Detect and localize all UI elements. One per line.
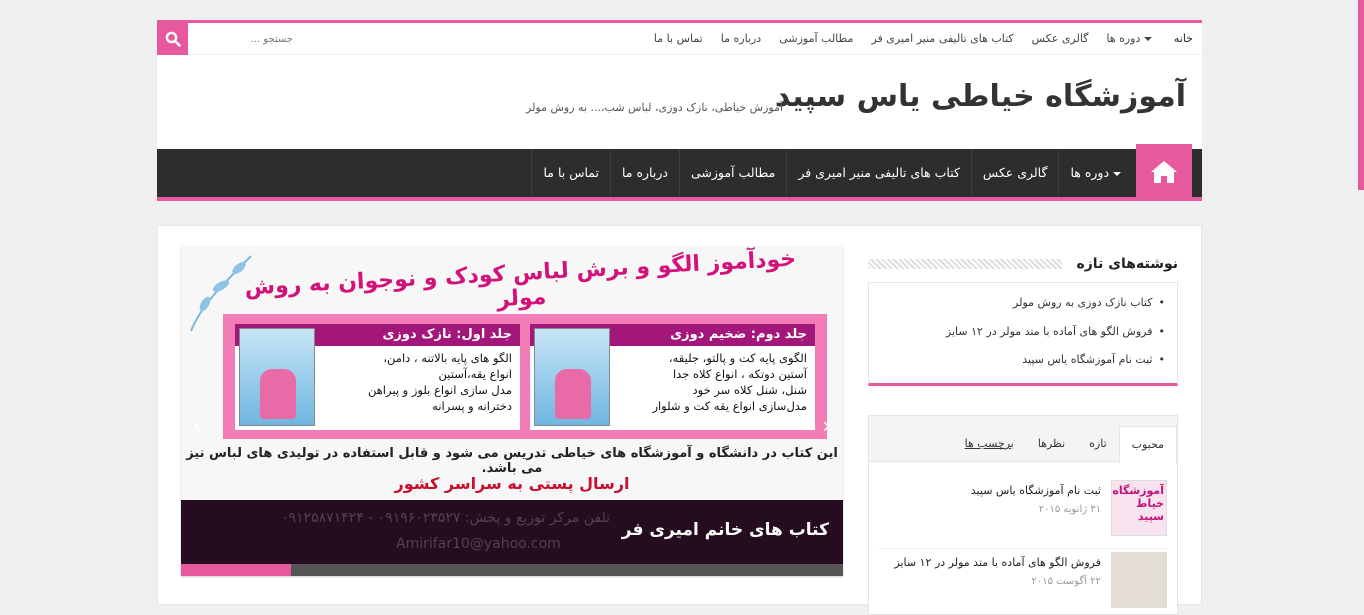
topnav-label: کتاب های تالیفی منیر امیری فر xyxy=(871,32,1014,45)
scrollbar-thumb[interactable] xyxy=(1358,0,1364,190)
thumbnail-text: آموزشگاه خیاط سپید xyxy=(1112,484,1164,523)
tab-tags[interactable]: برچسب ها xyxy=(953,426,1026,462)
header: آموزشگاه خیاطی یاس سپید آموزش خیاطی، ناز… xyxy=(157,55,1202,149)
mainnav-label: مطالب آموزشی xyxy=(690,165,776,180)
popular-post-item[interactable]: آموزشگاه خیاط سپید ثبت نام آموزشگاه یاس … xyxy=(879,480,1167,542)
tab-recent[interactable]: تازه xyxy=(1077,426,1119,462)
topnav-label: درباره ما xyxy=(720,32,762,45)
divider xyxy=(879,548,1167,549)
caption-faint-email: Amirifar10@yahoo.com xyxy=(396,536,561,552)
mainnav-label: کتاب های تالیفی منیر امیری فر xyxy=(798,165,960,180)
mainnav-label: دوره ها xyxy=(1070,165,1110,180)
mainnav-label: گالری عکس xyxy=(982,165,1048,180)
poster-line-shipping: ارسال پستی به سراسر کشور xyxy=(394,474,630,493)
main-nav: دوره ها گالری عکس کتاب های تالیفی منیر ا… xyxy=(157,144,1202,201)
topnav-item-about[interactable]: درباره ما xyxy=(712,23,770,55)
widget-stripes xyxy=(868,259,1062,269)
slide-caption: تلفن مرکز توزیع و پخش: ۰۹۱۹۶۰۲۳۵۲۷ - ۰۹۱… xyxy=(181,500,843,564)
topnav-item-gallery[interactable]: گالری عکس xyxy=(1023,23,1098,55)
widget-title: نوشته‌های تازه xyxy=(1068,256,1178,272)
site-title[interactable]: آموزشگاه خیاطی یاس سپید xyxy=(775,79,1186,114)
post-thumbnail[interactable] xyxy=(1111,552,1167,608)
topnav-item-contact[interactable]: تماس با ما xyxy=(645,23,712,55)
mainnav-label: تماس با ما xyxy=(543,165,599,180)
book-cover-image xyxy=(534,328,610,426)
post-title[interactable]: ثبت نام آموزشگاه یاس سپید xyxy=(971,484,1101,497)
widget-header: نوشته‌های تازه xyxy=(868,256,1178,278)
poster-line-usage: این کتاب در دانشگاه و آموزشگاه های خیاطی… xyxy=(186,446,838,476)
slide-title[interactable]: کتاب های خانم امیری فر xyxy=(622,520,829,540)
site-header: خانه دوره ها گالری عکس کتاب های تالیفی م… xyxy=(157,20,1202,201)
popular-post-item[interactable]: فروش الگو های آماده با متد مولر در ۱۲ سا… xyxy=(879,552,1167,614)
recent-post-link[interactable]: ثبت نام آموزشگاه یاس سپید xyxy=(869,346,1165,375)
page-scrollbar[interactable] xyxy=(1358,0,1364,592)
slide-image[interactable]: خودآموز الگو و برش لباس کودک و نوجوان به… xyxy=(181,246,843,500)
mainnav-item-books[interactable]: کتاب های تالیفی منیر امیری فر xyxy=(786,149,971,197)
recent-posts-widget: نوشته‌های تازه کتاب نازک دوزی به روش مول… xyxy=(868,256,1178,386)
poster-books-panel: جلد دوم: ضخیم دوزی الگوی پایه کت و پالتو… xyxy=(223,314,827,439)
post-date: ۲۲ آگوست ۲۰۱۵ xyxy=(1031,576,1102,587)
slider-progress xyxy=(181,564,843,576)
volume-two-box: جلد دوم: ضخیم دوزی الگوی پایه کت و پالتو… xyxy=(530,324,815,430)
post-date: ۳۱ ژانویه ۲۰۱۵ xyxy=(1038,504,1101,515)
slider-progress-fill xyxy=(181,564,291,576)
recent-posts-list: کتاب نازک دوزی به روش مولر فروش الگو های… xyxy=(868,282,1178,386)
site-tagline: آموزش خیاطی، نازک دوزی، لباس شب،... به ر… xyxy=(526,101,784,114)
topnav-item-books[interactable]: کتاب های تالیفی منیر امیری فر xyxy=(862,23,1022,55)
chevron-down-icon xyxy=(1143,37,1152,41)
slider-prev-arrow[interactable]: ‹ xyxy=(193,414,202,439)
topnav-item-home[interactable]: خانه xyxy=(1165,20,1202,55)
content-area: خودآموز الگو و برش لباس کودک و نوجوان به… xyxy=(157,225,1202,615)
mainnav-item-articles[interactable]: مطالب آموزشی xyxy=(678,149,786,197)
main-nav-items: دوره ها گالری عکس کتاب های تالیفی منیر ا… xyxy=(531,149,1136,197)
volume-one-text: الگو های پایه بالاتنه ، دامن، انواع یقه،… xyxy=(367,351,512,413)
mainnav-label: درباره ما xyxy=(621,165,668,180)
topnav-label: گالری عکس xyxy=(1031,32,1089,45)
caption-faint-phone: تلفن مرکز توزیع و پخش: ۰۹۱۹۶۰۲۳۵۲۷ - ۰۹۱… xyxy=(281,510,611,526)
slider-next-arrow[interactable]: › xyxy=(822,414,831,439)
tab-comments[interactable]: نظرها xyxy=(1026,426,1077,462)
tabs-row: محبوب تازه نظرها برچسب ها xyxy=(953,426,1177,463)
home-button[interactable] xyxy=(1136,144,1192,200)
tab-popular[interactable]: محبوب xyxy=(1118,426,1177,463)
post-title[interactable]: فروش الگو های آماده با متد مولر در ۱۲ سا… xyxy=(894,556,1101,569)
mainnav-item-about[interactable]: درباره ما xyxy=(609,149,679,197)
volume-two-text: الگوی پایه کت و پالتو، جلیقه، آستین دوتک… xyxy=(652,351,807,413)
home-icon xyxy=(1151,161,1177,183)
recent-post-link[interactable]: فروش الگو های آماده با متد مولر در ۱۲ سا… xyxy=(869,318,1165,347)
tabs-header: محبوب تازه نظرها برچسب ها xyxy=(869,416,1177,463)
topnav-label: خانه xyxy=(1173,32,1193,45)
top-bar: خانه دوره ها گالری عکس کتاب های تالیفی م… xyxy=(157,20,1202,55)
tabbed-widget: محبوب تازه نظرها برچسب ها آموزشگاه خیاط … xyxy=(868,415,1178,615)
topnav-item-courses[interactable]: دوره ها xyxy=(1097,23,1164,55)
featured-slider[interactable]: خودآموز الگو و برش لباس کودک و نوجوان به… xyxy=(181,246,843,576)
mainnav-item-courses[interactable]: دوره ها xyxy=(1058,149,1136,197)
post-thumbnail[interactable]: آموزشگاه خیاط سپید xyxy=(1111,480,1167,536)
book-cover-image xyxy=(239,328,315,426)
mainnav-item-gallery[interactable]: گالری عکس xyxy=(970,149,1059,197)
topnav-label: دوره ها xyxy=(1106,32,1141,45)
search-button[interactable] xyxy=(157,23,188,55)
mainnav-item-contact[interactable]: تماس با ما xyxy=(531,149,610,197)
chevron-down-icon xyxy=(1113,171,1121,176)
search-input[interactable] xyxy=(188,27,301,52)
top-nav: خانه دوره ها گالری عکس کتاب های تالیفی م… xyxy=(645,20,1202,55)
recent-post-link[interactable]: کتاب نازک دوزی به روش مولر xyxy=(869,289,1165,318)
topnav-item-articles[interactable]: مطالب آموزشی xyxy=(770,23,862,55)
volume-one-box: جلد اول: نازک دوزی الگو های پایه بالاتنه… xyxy=(235,324,520,430)
topnav-label: تماس با ما xyxy=(653,32,703,45)
search-icon xyxy=(165,31,181,47)
topnav-label: مطالب آموزشی xyxy=(779,32,854,45)
